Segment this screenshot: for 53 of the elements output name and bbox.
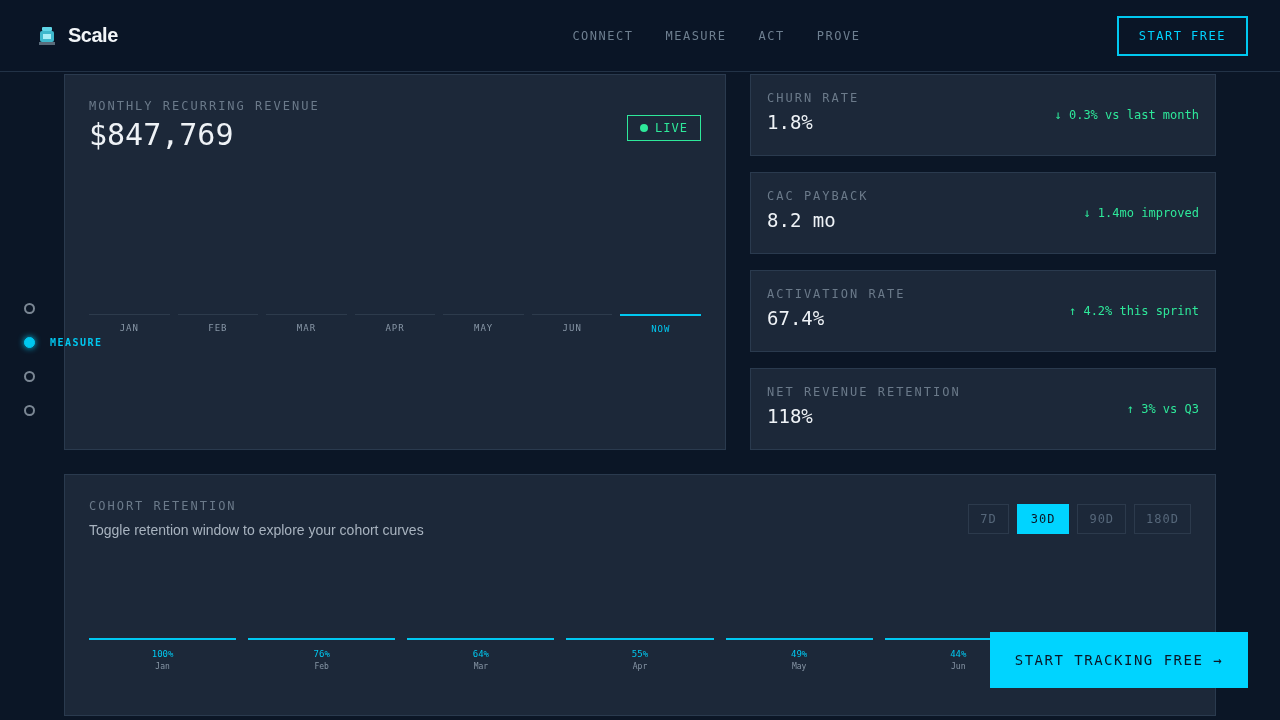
window-toggle[interactable]: 7D [968, 504, 1009, 534]
metric-value: 1.8% [767, 111, 814, 133]
section-dot[interactable] [24, 336, 35, 348]
start-tracking-button[interactable]: START TRACKING FREE → [990, 632, 1248, 688]
card-title: COHORT RETENTION [89, 499, 238, 513]
brand-name: Scale [68, 24, 118, 47]
month-label: Feb [314, 662, 329, 671]
month-label: Mar [473, 662, 489, 671]
retention-value: 64% [472, 649, 489, 659]
month-label: Apr [632, 662, 648, 671]
nav-link[interactable]: MEASURE [665, 28, 727, 43]
retention-value: 44% [950, 649, 967, 659]
metric-value: 8.2 mo [767, 209, 837, 231]
section-dot[interactable] [24, 302, 35, 314]
revenue-value: $847,769 [89, 117, 235, 152]
month-label: JAN [119, 323, 139, 333]
nav-link[interactable]: ACT [758, 28, 785, 43]
retention-value: 49% [791, 649, 808, 659]
month-label: FEB [208, 323, 228, 333]
logo-icon [36, 24, 58, 47]
month-label: May [791, 662, 807, 671]
retention-value: 100% [151, 649, 174, 659]
card-title: MONTHLY RECURRING REVENUE [89, 99, 320, 113]
month-label: JUN [562, 323, 582, 333]
month-label: NOW [651, 324, 671, 334]
window-toggle[interactable]: 30D [1016, 504, 1070, 534]
metric-value: 118% [767, 405, 814, 427]
window-toggle[interactable]: 90D [1077, 504, 1127, 534]
section-label: MEASURE [50, 336, 103, 348]
month-label: MAY [473, 323, 494, 333]
nav-link[interactable]: CONNECT [572, 28, 634, 43]
month-label: MAR [296, 323, 317, 333]
metric-title: CAC PAYBACK [767, 189, 869, 203]
month-label: Jan [155, 662, 170, 671]
month-label: APR [385, 323, 405, 333]
metric-change: ↑ 4.2% this sprint [1068, 304, 1199, 318]
card-subtitle: Toggle retention window to explore your cohort curves [89, 522, 424, 538]
metric-title: NET REVENUE RETENTION [767, 385, 961, 399]
metric-value: 67.4% [767, 307, 826, 329]
metric-change: ↓ 1.4mo improved [1083, 206, 1199, 220]
nav-link[interactable]: PROVE [816, 28, 861, 43]
section-dot[interactable] [24, 370, 35, 382]
retention-value: 76% [313, 649, 330, 659]
metric-change: ↑ 3% vs Q3 [1126, 402, 1199, 416]
month-label: Jun [951, 662, 966, 671]
metric-title: ACTIVATION RATE [767, 287, 906, 301]
window-toggle[interactable]: 180D [1134, 504, 1191, 534]
live-badge: LIVE [627, 115, 701, 141]
metric-change: ↓ 0.3% vs last month [1054, 108, 1199, 122]
section-dot[interactable] [24, 404, 35, 416]
start-free-button[interactable]: START FREE [1116, 15, 1248, 56]
metric-title: CHURN RATE [767, 91, 860, 105]
retention-value: 55% [631, 649, 649, 659]
